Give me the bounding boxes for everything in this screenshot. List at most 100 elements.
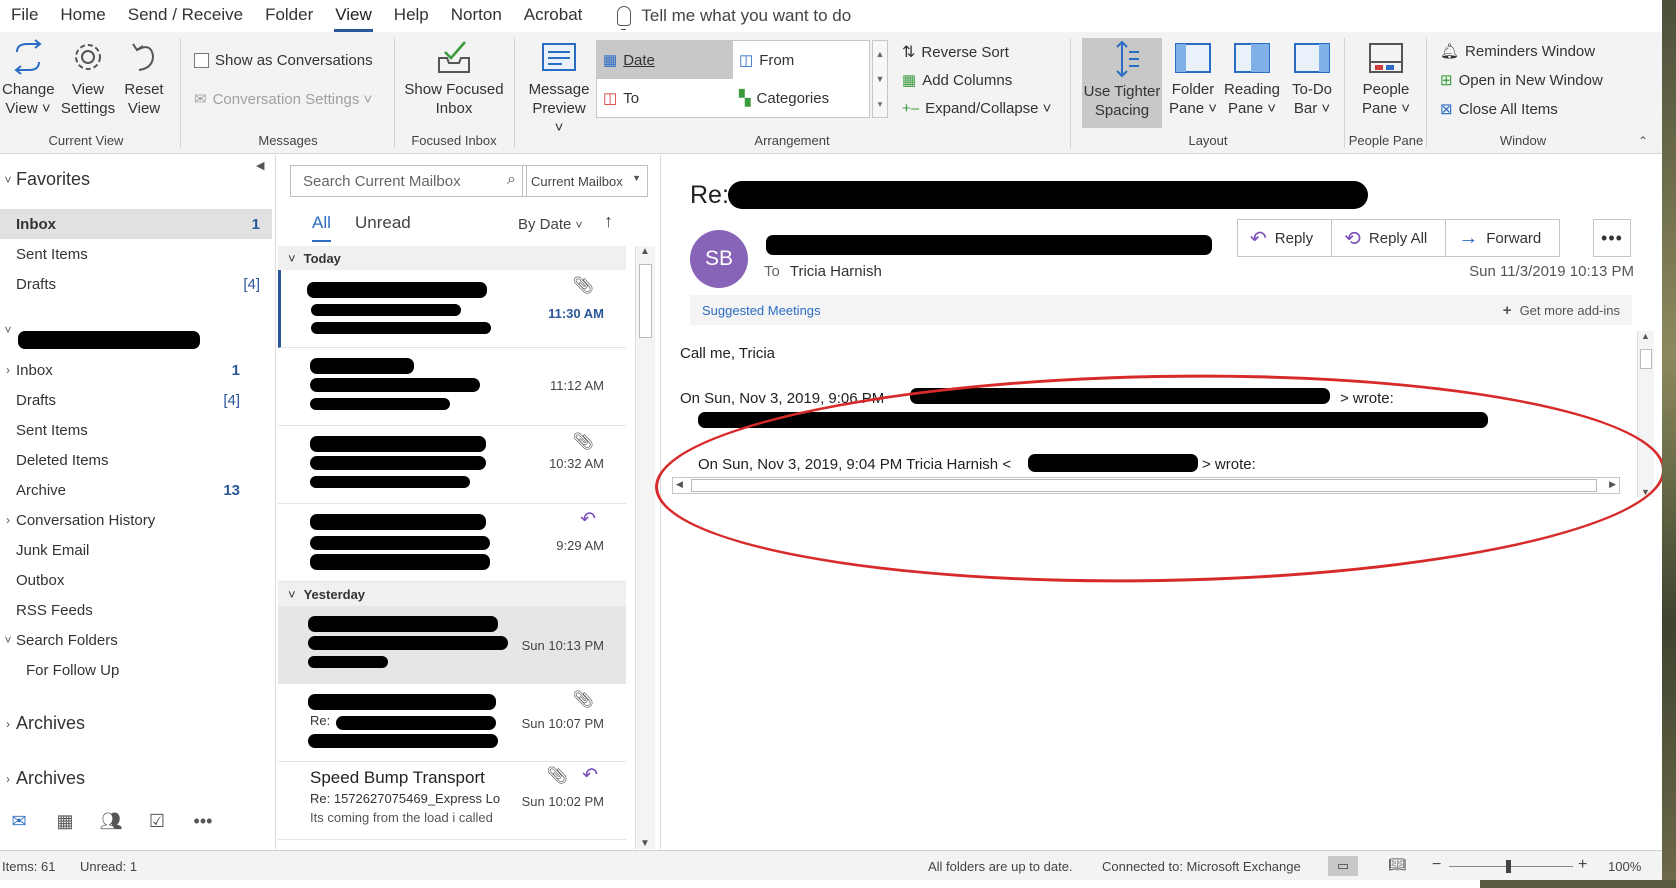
normal-view-icon[interactable]: ▭ bbox=[1328, 856, 1358, 876]
folder-rss-feeds[interactable]: RSS Feeds bbox=[0, 595, 272, 625]
more-actions-button[interactable]: ••• bbox=[1593, 219, 1631, 257]
tighter-spacing-button[interactable]: Use Tighter Spacing bbox=[1082, 38, 1162, 128]
close-all-items-button[interactable]: ⊠ Close All Items bbox=[1440, 100, 1558, 119]
menu-send-receive[interactable]: Send / Receive bbox=[117, 0, 254, 32]
suggested-meetings-link[interactable]: Suggested Meetings bbox=[702, 303, 821, 318]
show-as-conversations-checkbox[interactable]: Show as Conversations bbox=[194, 52, 373, 69]
scrollbar-thumb[interactable] bbox=[1640, 349, 1652, 369]
folder-outbox[interactable]: Outbox bbox=[0, 565, 272, 595]
reverse-sort-button[interactable]: ⇅ Reverse Sort bbox=[902, 42, 1009, 62]
scroll-up-icon[interactable]: ▲ bbox=[1641, 331, 1650, 341]
add-columns-button[interactable]: ▦ Add Columns bbox=[902, 71, 1012, 90]
favorites-header[interactable]: ˅ Favorites bbox=[0, 169, 90, 190]
reply-button[interactable]: ↶ Reply bbox=[1238, 220, 1333, 256]
menu-help[interactable]: Help bbox=[383, 0, 440, 32]
scroll-right-icon[interactable]: ▶ bbox=[1609, 479, 1616, 490]
tab-all[interactable]: All bbox=[312, 213, 331, 242]
folder-sent-items[interactable]: Sent Items bbox=[0, 415, 272, 445]
checkbox-unchecked[interactable] bbox=[194, 53, 209, 68]
forward-button[interactable]: → Forward bbox=[1446, 220, 1559, 256]
archives-header-2[interactable]: › Archives bbox=[0, 768, 85, 789]
people-pane-button[interactable]: People Pane ˅ bbox=[1352, 38, 1420, 118]
calendar-icon[interactable]: ▦ bbox=[50, 806, 80, 836]
menu-file[interactable]: File bbox=[0, 0, 49, 32]
scroll-up-icon[interactable]: ▲ bbox=[640, 246, 650, 257]
arrange-by-from[interactable]: ◫ From bbox=[733, 41, 869, 79]
open-new-window-button[interactable]: ⊞ Open in New Window bbox=[1440, 71, 1603, 90]
menu-folder[interactable]: Folder bbox=[254, 0, 324, 32]
fav-sent-items[interactable]: Sent Items bbox=[0, 239, 272, 269]
folder-junk-email[interactable]: Junk Email bbox=[0, 535, 272, 565]
zoom-out-icon[interactable]: − bbox=[1432, 856, 1441, 874]
scrollbar-thumb[interactable] bbox=[639, 264, 652, 338]
change-view-button[interactable]: Change View ˅ bbox=[2, 38, 55, 118]
folder-drafts[interactable]: Drafts [4] bbox=[0, 385, 272, 415]
folder-archive[interactable]: Archive 13 bbox=[0, 475, 272, 505]
mail-icon[interactable]: ✉ bbox=[4, 806, 34, 836]
conversation-settings-button[interactable]: ✉ Conversation Settings ˅ bbox=[194, 90, 372, 109]
fav-drafts[interactable]: Drafts [4] bbox=[0, 269, 272, 299]
expand-collapse-button[interactable]: +– Expand/Collapse ˅ bbox=[902, 100, 1051, 117]
gallery-scroll[interactable]: ▲ ▼ ▾ bbox=[872, 40, 888, 118]
fav-inbox[interactable]: Inbox 1 bbox=[0, 209, 272, 239]
folder-search-folders[interactable]: ˅ Search Folders bbox=[0, 625, 272, 655]
sort-by-date-dropdown[interactable]: By Date ˅ bbox=[518, 216, 583, 233]
body-horizontal-scrollbar[interactable]: ◀ ▶ bbox=[672, 477, 1620, 494]
list-item[interactable]: 📎︎ 10:32 AM bbox=[278, 426, 626, 504]
group-header-today[interactable]: ˅ Today bbox=[278, 246, 626, 270]
menu-acrobat[interactable]: Acrobat bbox=[513, 0, 594, 32]
more-icon[interactable]: ••• bbox=[188, 806, 218, 836]
archives-header-1[interactable]: › Archives bbox=[0, 713, 85, 734]
list-item[interactable]: Re: 📎︎ Sun 10:07 PM bbox=[278, 684, 626, 762]
chevron-up-icon[interactable]: ▲ bbox=[876, 49, 885, 59]
menu-norton[interactable]: Norton bbox=[440, 0, 513, 32]
get-addins-button[interactable]: + Get more add-ins bbox=[1503, 302, 1620, 319]
zoom-in-icon[interactable]: + bbox=[1578, 856, 1587, 874]
zoom-slider-thumb[interactable] bbox=[1506, 860, 1511, 873]
list-item[interactable]: 📎︎ 11:30 AM bbox=[278, 270, 626, 348]
tasks-icon[interactable]: ☑ bbox=[142, 806, 172, 836]
list-item[interactable]: ↶ 9:29 AM bbox=[278, 504, 626, 582]
search-input[interactable]: Search Current Mailbox ⌕ bbox=[290, 165, 527, 197]
scroll-left-icon[interactable]: ◀ bbox=[676, 479, 683, 490]
message-preview-button[interactable]: Message Preview ˅ bbox=[526, 38, 592, 137]
folder-inbox[interactable]: › Inbox 1 bbox=[0, 355, 272, 385]
reset-view-button[interactable]: Reset View bbox=[120, 38, 168, 118]
folder-conversation-history[interactable]: › Conversation History bbox=[0, 505, 272, 535]
list-item[interactable]: 11:12 AM bbox=[278, 348, 626, 426]
reading-pane-button[interactable]: Reading Pane ˅ bbox=[1222, 38, 1282, 118]
sort-direction-icon[interactable]: ↑ bbox=[604, 211, 613, 232]
reminders-window-button[interactable]: 🔔︎ Reminders Window bbox=[1440, 42, 1595, 61]
arrange-by-to[interactable]: ◫ To bbox=[597, 79, 733, 117]
tab-unread[interactable]: Unread bbox=[355, 213, 411, 233]
reply-all-button[interactable]: ⟲ Reply All bbox=[1332, 220, 1447, 256]
arrange-by-categories[interactable]: ▚ Categories bbox=[733, 79, 869, 117]
reading-view-icon[interactable]: 📖︎ bbox=[1388, 856, 1406, 873]
account-header[interactable]: ˅ bbox=[0, 323, 16, 337]
folder-pane-button[interactable]: Folder Pane ˅ bbox=[1166, 38, 1220, 118]
arrange-by-date[interactable]: ▦ Date bbox=[597, 41, 733, 79]
tell-me-search[interactable]: Tell me what you want to do bbox=[617, 6, 851, 30]
avatar[interactable]: SB bbox=[690, 230, 748, 288]
collapse-pane-icon[interactable]: ◀ bbox=[256, 159, 264, 172]
list-item[interactable]: Sun 10:13 PM bbox=[278, 606, 626, 684]
menu-view[interactable]: View bbox=[324, 0, 383, 32]
message-list-scrollbar[interactable]: ▲ ▼ bbox=[635, 246, 655, 849]
folder-for-follow-up[interactable]: For Follow Up bbox=[0, 655, 272, 685]
list-item[interactable]: Speed Bump Transport Re: 1572627075469_E… bbox=[278, 762, 626, 840]
menu-home[interactable]: Home bbox=[49, 0, 116, 32]
todo-bar-button[interactable]: To-Do Bar ˅ bbox=[1284, 38, 1340, 118]
chevron-down-icon[interactable]: ▼ bbox=[876, 74, 885, 84]
show-focused-inbox-button[interactable]: Show Focused Inbox bbox=[402, 38, 506, 118]
scroll-down-icon[interactable]: ▼ bbox=[1641, 487, 1650, 497]
body-scrollbar[interactable]: ▲ ▼ bbox=[1637, 331, 1654, 497]
scroll-down-icon[interactable]: ▼ bbox=[640, 838, 650, 849]
collapse-ribbon-icon[interactable]: ⌃ bbox=[1638, 134, 1648, 148]
search-icon[interactable]: ⌕ bbox=[507, 171, 516, 189]
scrollbar-thumb[interactable] bbox=[691, 479, 1597, 492]
people-icon[interactable]: 👥︎ bbox=[96, 806, 126, 836]
group-header-yesterday[interactable]: ˅ Yesterday bbox=[278, 582, 626, 606]
view-settings-button[interactable]: View Settings bbox=[60, 38, 116, 118]
redacted-email-link[interactable] bbox=[1028, 454, 1198, 472]
expand-gallery-icon[interactable]: ▾ bbox=[878, 99, 883, 110]
